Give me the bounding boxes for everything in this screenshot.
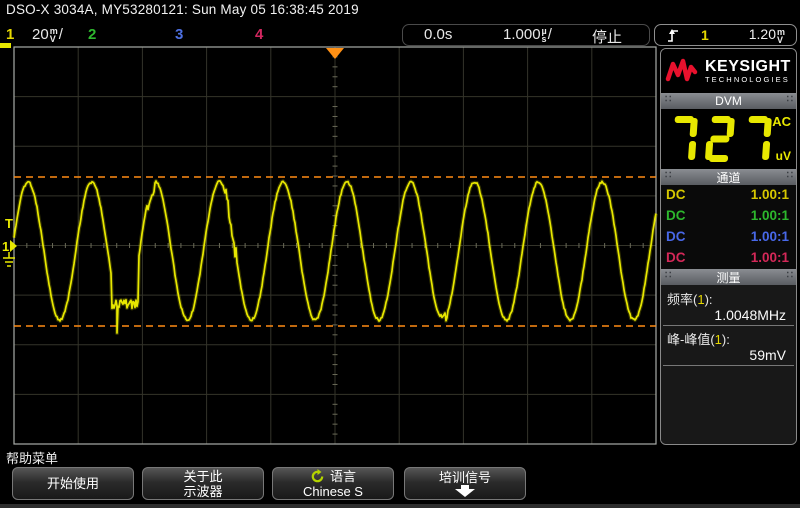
grip-icon: ∷ <box>665 94 670 105</box>
grip-icon: ∷ <box>665 170 670 181</box>
dvm-section-header[interactable]: ∷ DVM ∷ <box>661 93 796 109</box>
trigger-level: 1.20mV <box>749 26 786 43</box>
sidebar-panel: KEYSIGHT TECHNOLOGIES ∷ DVM ∷ AC uV ∷ 通道… <box>660 48 797 445</box>
menu-title: 帮助菜单 <box>6 448 58 467</box>
bottom-strip <box>0 504 800 508</box>
measurement-value-frequency: 1.0048MHz <box>714 307 786 323</box>
trigger-level-marker: T <box>5 216 13 231</box>
dvm-unit: uV <box>776 149 791 163</box>
keysight-logo: KEYSIGHT TECHNOLOGIES <box>661 49 796 93</box>
trigger-box[interactable]: 1 1.20mV <box>654 24 797 46</box>
trigger-source: 1 <box>701 27 709 43</box>
softkey-about-oscilloscope[interactable]: 关于此示波器 <box>142 467 264 500</box>
channel-row-2[interactable]: DC1.00:1 <box>661 206 796 227</box>
measurement-value-pkpk: 59mV <box>749 347 786 363</box>
dvm-mode: AC <box>772 114 791 129</box>
divider <box>663 325 794 326</box>
channels-section-header[interactable]: ∷ 通道 ∷ <box>661 169 796 185</box>
waveform-display: T1 <box>0 0 660 508</box>
brand-sub: TECHNOLOGIES <box>705 75 791 84</box>
oscilloscope-screen: DSO-X 3034A, MY53280121: Sun May 05 16:3… <box>0 0 800 508</box>
grip-icon: ∷ <box>787 94 792 105</box>
grip-icon: ∷ <box>787 270 792 281</box>
channels-title: 通道 <box>716 169 740 186</box>
unit-stack: mV <box>777 28 785 44</box>
dvm-display: AC uV <box>661 109 796 169</box>
measure-title: 测量 <box>716 269 740 286</box>
measurement-label-pkpk: 峰-峰值(1): <box>667 329 730 348</box>
channel-list: DC1.00:1 DC1.00:1 DC1.00:1 DC1.00:1 <box>661 185 796 269</box>
channel-row-3[interactable]: DC1.00:1 <box>661 227 796 248</box>
measurement-label-frequency: 频率(1): <box>667 289 713 308</box>
edge-trigger-icon <box>667 27 679 43</box>
channel-ground-marker: 1 <box>2 239 9 254</box>
channel-row-4[interactable]: DC1.00:1 <box>661 248 796 269</box>
measure-section-header[interactable]: ∷ 测量 ∷ <box>661 269 796 285</box>
softkey-getting-started[interactable]: 开始使用 <box>12 467 134 500</box>
keysight-spark-icon <box>665 57 699 85</box>
brand-name: KEYSIGHT <box>705 59 791 75</box>
down-arrow-icon <box>453 485 477 497</box>
dvm-title: DVM <box>715 94 742 108</box>
grip-icon: ∷ <box>665 270 670 281</box>
softkey-language[interactable]: 语言 Chinese S <box>272 467 394 500</box>
grip-icon: ∷ <box>787 170 792 181</box>
softkey-training-signals[interactable]: 培训信号 <box>404 467 526 500</box>
cycle-icon <box>310 469 325 484</box>
measurement-list: 频率(1): 1.0048MHz 峰-峰值(1): 59mV <box>661 285 796 445</box>
channel-row-1[interactable]: DC1.00:1 <box>661 185 796 206</box>
divider <box>663 365 794 366</box>
